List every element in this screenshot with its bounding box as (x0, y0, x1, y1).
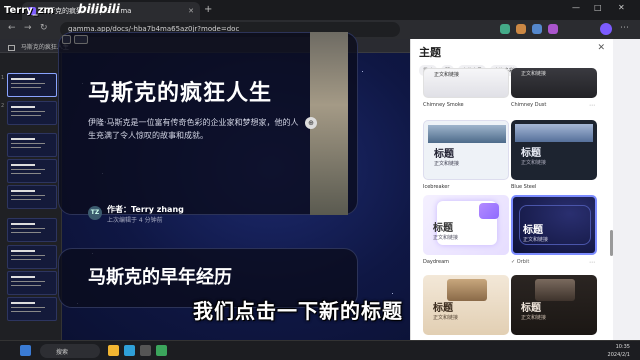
profile-avatar[interactable] (600, 23, 612, 35)
slide-thumbnail[interactable] (7, 185, 57, 209)
slide-thumbnail[interactable] (7, 218, 57, 242)
file-explorer-icon[interactable] (108, 345, 119, 356)
panel-scrollbar[interactable] (610, 230, 613, 256)
theme-name: Daydream (423, 259, 450, 265)
card-options-icon[interactable] (74, 35, 88, 44)
back-icon[interactable]: ← (8, 23, 16, 33)
close-icon[interactable]: ✕ (597, 43, 605, 53)
theme-label: 标题 (523, 225, 543, 236)
slide-thumbnail[interactable] (7, 101, 57, 125)
close-window-button[interactable]: ✕ (618, 3, 625, 12)
video-subtitle: 我们点击一下新的标题 (193, 299, 403, 323)
menu-icon[interactable]: ⋯ (620, 23, 629, 33)
theme-label: 标题 (521, 148, 541, 159)
theme-label: 标题 (433, 223, 453, 234)
drag-handle-icon[interactable] (62, 35, 71, 44)
theme-sub: 正文和链接 (434, 72, 460, 78)
slide-thumbnail[interactable] (7, 297, 57, 321)
image-control-icon[interactable]: ⊕ (305, 117, 317, 129)
windows-start-icon[interactable] (20, 345, 31, 356)
theme-sub: 正文和链接 (433, 235, 459, 241)
forward-icon[interactable]: → (24, 23, 32, 33)
slide-number: 1 (1, 75, 5, 81)
slide-sidebar: 1 2 (0, 53, 62, 340)
system-clock[interactable]: 10:35 2024/2/1 (608, 343, 630, 359)
watermark-user: Terry_zm (4, 5, 54, 16)
theme-panel: 主题 ✕ 黑暗 明 专业人员 多姿多彩 正文和链接 Chimney Smoke … (410, 39, 613, 340)
theme-name-selected: ✓ Orbit (511, 259, 530, 265)
more-icon[interactable]: ⋯ (589, 102, 595, 109)
edge-icon[interactable] (124, 345, 135, 356)
theme-sub: 正文和链接 (521, 160, 547, 166)
app-icon[interactable] (156, 345, 167, 356)
browser-side-strip (613, 39, 640, 340)
app-icon[interactable] (140, 345, 151, 356)
theme-label: 标题 (433, 303, 453, 314)
avatar: TZ (88, 206, 102, 220)
slide-thumbnail[interactable] (7, 133, 57, 157)
panel-title: 主题 (419, 46, 441, 59)
clock-date: 2024/2/1 (607, 352, 630, 358)
slide-thumbnail[interactable] (7, 245, 57, 269)
theme-sub: 正文和链接 (521, 315, 547, 321)
author-name: 作者：Terry zhang (107, 205, 184, 214)
slide-thumbnail[interactable] (7, 73, 57, 97)
extension-icon[interactable] (500, 24, 510, 34)
theme-name: Chimney Smoke (423, 102, 464, 108)
slide-thumbnail[interactable] (7, 271, 57, 295)
new-tab-button[interactable]: + (204, 4, 212, 15)
home-icon[interactable] (8, 44, 15, 51)
slide-number: 2 (1, 103, 5, 109)
theme-sub: 正文和链接 (433, 315, 459, 321)
minimize-button[interactable]: — (572, 3, 580, 12)
next-card-title[interactable]: 马斯克的早年经历 (88, 263, 232, 289)
slide-title[interactable]: 马斯克的疯狂人生 (88, 75, 272, 107)
reload-icon[interactable]: ↻ (40, 23, 48, 33)
slide-description[interactable]: 伊隆·马斯克是一位富有传奇色彩的企业家和梦想家，他的人生充满了令人惊叹的故事和成… (88, 116, 303, 142)
theme-name: Icebreaker (423, 184, 450, 190)
theme-name: Blue Steel (511, 184, 537, 190)
extension-icon[interactable] (532, 24, 542, 34)
edited-time: 上次编辑于 4 分钟前 (107, 217, 163, 224)
card-toolbar (62, 35, 88, 44)
clock-time: 10:35 (615, 344, 630, 350)
taskbar: 搜索 10:35 2024/2/1 (0, 340, 640, 360)
theme-sub: 正文和链接 (521, 71, 547, 77)
bilibili-logo: bilibili (78, 2, 120, 16)
theme-sub: 正文和链接 (434, 161, 460, 167)
theme-name: Chimney Dust (511, 102, 547, 108)
extension-icon[interactable] (548, 24, 558, 34)
extension-icon[interactable] (516, 24, 526, 34)
tab-close-icon[interactable]: ✕ (188, 7, 194, 15)
slide-thumbnail[interactable] (7, 159, 57, 183)
taskbar-search[interactable]: 搜索 (40, 344, 100, 358)
search-label: 搜索 (56, 349, 69, 356)
maximize-button[interactable]: □ (594, 3, 602, 12)
theme-sub: 正文和链接 (523, 237, 549, 243)
more-icon[interactable]: ⋯ (589, 259, 595, 266)
theme-label: 标题 (434, 149, 454, 160)
theme-label: 标题 (521, 303, 541, 314)
